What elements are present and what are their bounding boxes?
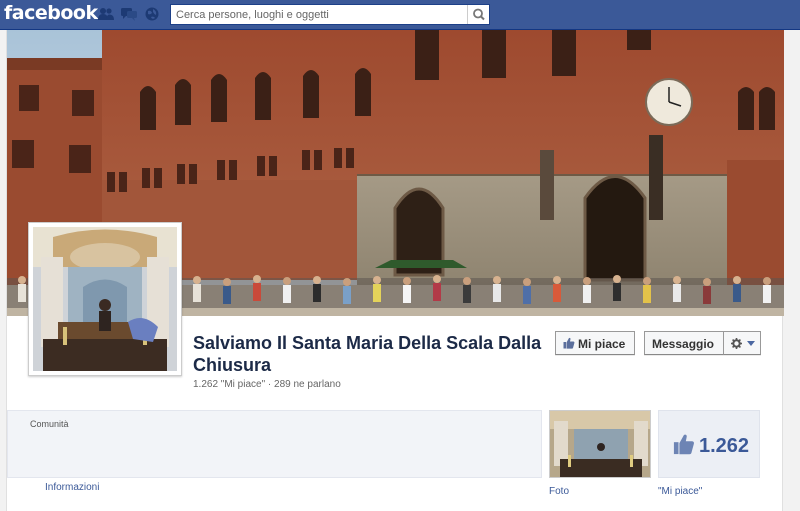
thumbs-up-icon bbox=[673, 434, 694, 455]
search-input[interactable] bbox=[171, 5, 467, 24]
search-box bbox=[170, 4, 490, 25]
likes-box[interactable]: 1.262 bbox=[658, 410, 760, 478]
chevron-down-icon bbox=[747, 341, 755, 346]
likes-count: 1.262 bbox=[699, 435, 750, 457]
friend-requests-icon[interactable] bbox=[98, 7, 114, 21]
category-label: Comunità bbox=[30, 419, 69, 429]
timeline-column: Salviamo Il Santa Maria Della Scala Dall… bbox=[6, 30, 784, 511]
category-box: Comunità bbox=[7, 410, 542, 478]
gear-icon bbox=[731, 338, 742, 349]
message-button-label: Messaggio bbox=[652, 337, 715, 351]
facebook-logo[interactable]: facebook bbox=[4, 2, 98, 24]
photos-thumbnail[interactable] bbox=[549, 410, 651, 478]
page-background: Salviamo Il Santa Maria Della Scala Dall… bbox=[0, 30, 800, 511]
message-button[interactable]: Messaggio bbox=[644, 331, 724, 355]
messages-icon[interactable] bbox=[121, 7, 137, 21]
page-title: Salviamo Il Santa Maria Della Scala Dall… bbox=[193, 333, 542, 375]
settings-dropdown-button[interactable] bbox=[724, 331, 761, 355]
like-button-label: Mi piace bbox=[578, 337, 626, 351]
notifications-globe-icon[interactable] bbox=[144, 7, 160, 21]
info-link[interactable]: Informazioni bbox=[45, 482, 99, 493]
profile-picture[interactable] bbox=[28, 222, 182, 376]
thumbs-up-icon bbox=[563, 337, 575, 349]
photos-label[interactable]: Foto bbox=[549, 486, 569, 497]
like-button[interactable]: Mi piace bbox=[555, 331, 635, 355]
photos-thumbnail-image bbox=[550, 411, 650, 477]
top-navigation-bar: facebook bbox=[0, 0, 800, 30]
search-button[interactable] bbox=[467, 5, 489, 24]
page-stats: 1.262 "Mi piace" · 289 ne parlano bbox=[193, 379, 341, 390]
likes-label[interactable]: "Mi piace" bbox=[658, 486, 702, 497]
search-icon bbox=[473, 8, 485, 21]
profile-picture-image bbox=[33, 227, 177, 371]
